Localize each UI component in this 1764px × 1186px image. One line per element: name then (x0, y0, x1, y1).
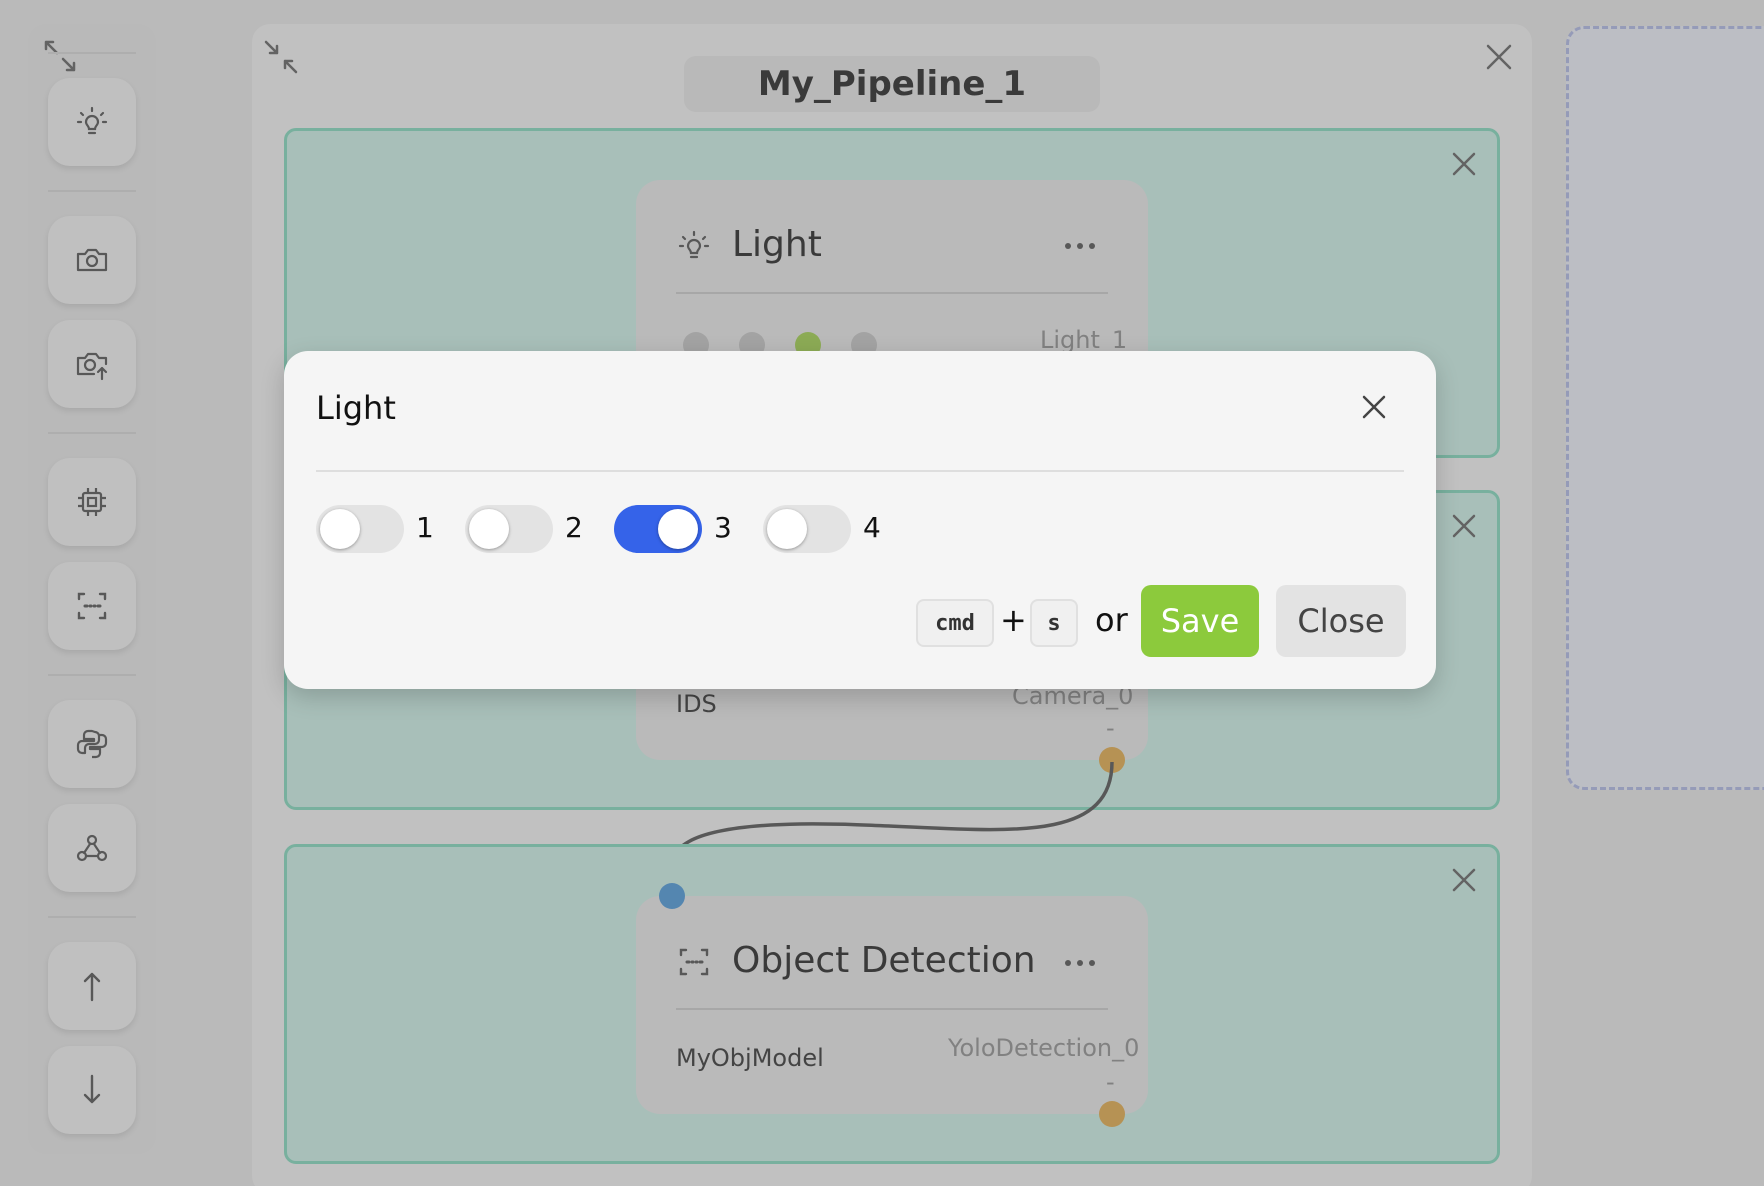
light-settings-dialog: Light 1 2 3 4 cmd + s or Save Close (284, 351, 1436, 689)
light-toggle-2[interactable] (465, 505, 553, 553)
shortcut-plus: + (1000, 601, 1027, 639)
light-toggle-4[interactable] (763, 505, 851, 553)
close-dialog-icon[interactable] (1356, 389, 1392, 425)
toggle-label: 2 (565, 511, 583, 544)
toggle-label: 1 (416, 511, 434, 544)
dialog-divider (316, 470, 1404, 472)
shortcut-key-s: s (1030, 599, 1078, 647)
light-toggle-3[interactable] (614, 505, 702, 553)
toggle-label: 3 (714, 511, 732, 544)
save-button[interactable]: Save (1141, 585, 1259, 657)
close-button[interactable]: Close (1276, 585, 1406, 657)
shortcut-or: or (1095, 601, 1128, 639)
light-toggle-1[interactable] (316, 505, 404, 553)
shortcut-key-cmd: cmd (916, 599, 994, 647)
toggle-label: 4 (863, 511, 881, 544)
dialog-title: Light (316, 389, 396, 427)
